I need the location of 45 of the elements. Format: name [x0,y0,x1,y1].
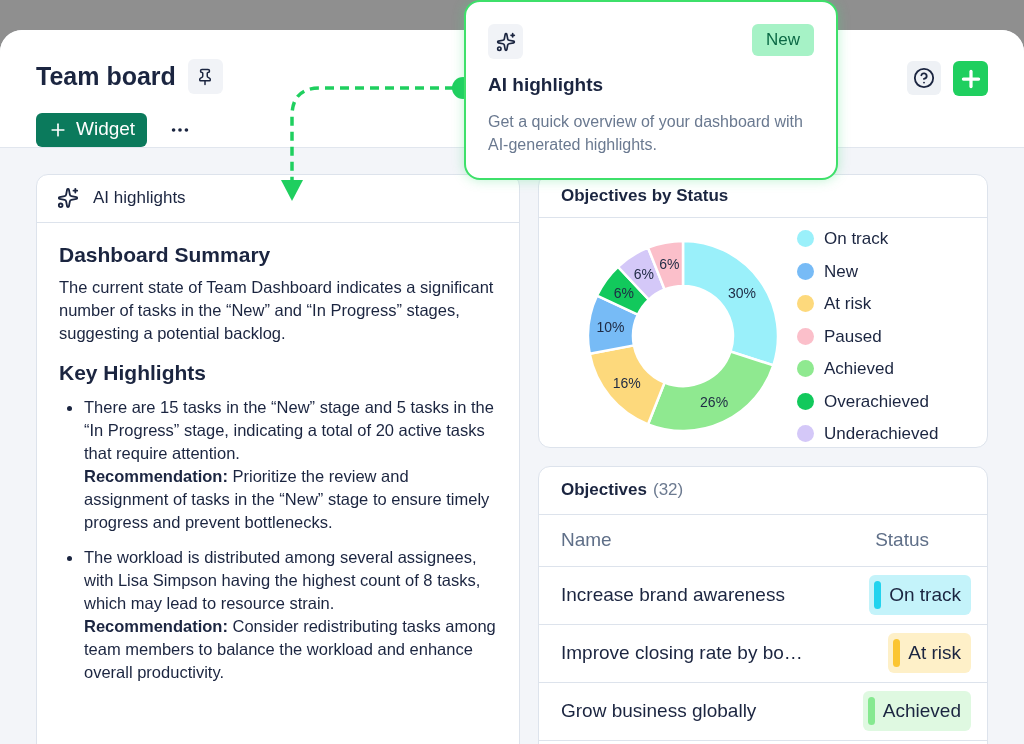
status-label: Achieved [882,698,961,723]
page-title: Team board [36,61,176,92]
recommendation-text: Recommendation: Prioritize the review and assignment of tasks in the “New” stage to ensure timely progress and prevent bottlenecks. [84,465,491,533]
legend-label: Underachieved [824,423,939,445]
section-heading: Key Highlights [59,360,207,384]
legend-label: Achieved [824,358,894,380]
help-button[interactable] [907,61,941,95]
summary-paragraph: The current state of Team Dashboard indicates a significant number of tasks in the “New” and “In Progress” stages, suggesting a potential backlog. [59,276,495,344]
card-title: Objectives [561,479,647,502]
highlight-text: There are 15 tasks in the “New” stage and 5 tasks in the “In Progress” stage, indicating a total of 20 active tasks that require attention. [84,396,495,464]
section-heading: Dashboard Summary [59,242,272,266]
slice-label: 10% [596,319,625,336]
table-cell-text: Increase brand awareness [561,582,785,607]
table-cell-text: Improve closing rate by bo… [561,640,803,665]
legend-label: At risk [824,293,872,315]
popover-title: AI highlights [488,73,605,97]
bullet-icon [67,405,72,411]
help-icon [913,67,935,89]
pin-button[interactable] [187,59,223,95]
legend-label: Overachieved [824,390,929,413]
legend-label: Paused [824,325,882,348]
recommendation-text: Recommendation: Consider redistributing tasks among team members to balance the workload and enhance overall productivity. [84,615,497,683]
column-header: Name [561,527,612,552]
legend-label: New [824,260,858,283]
status-label: At risk [908,640,961,665]
status-label: On track [889,582,961,607]
column-header: Status [875,527,929,552]
slice-label: 6% [633,266,654,283]
legend-label: On track [824,228,889,250]
card-title: Objectives by Status [561,185,729,207]
table-cell-text: Grow business globally [561,698,757,723]
slice-label: 30% [728,285,757,302]
sparkle-icon [57,187,79,209]
new-badge: New [752,24,814,56]
slice-label: 26% [700,394,729,411]
slice-label: 6% [613,285,635,302]
bullet-icon [67,555,72,561]
popover-description: Get a quick overview of your dashboard with AI-generated highlights. [488,111,804,155]
slice-label: 6% [659,256,680,273]
sparkle-icon [488,24,523,59]
count-label: (32) [653,479,684,502]
highlight-text: The workload is distributed among several assignees, with Lisa Simpson having the highest count of 8 tasks, which may lead to resource strain. [84,546,482,614]
slice-label: 16% [612,374,641,391]
add-widget-button[interactable]: Widget [36,112,148,147]
card-title: AI highlights [93,187,186,210]
